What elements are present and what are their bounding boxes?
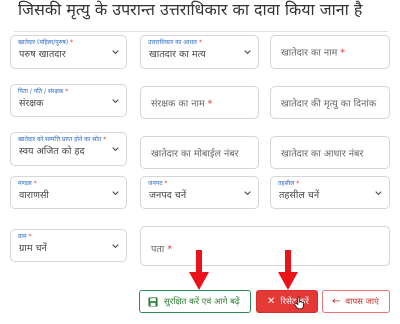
back-button-label: वापस जाएं xyxy=(345,297,379,307)
khatedar-name-input[interactable]: खातेदार का नाम * xyxy=(270,35,390,69)
chevron-down-icon xyxy=(375,190,382,195)
input-placeholder: संरक्षक का नाम * xyxy=(151,98,213,109)
input-placeholder: खातेदार का आधार नंबर xyxy=(281,148,364,159)
guardian-type-select[interactable]: पिता / पति / संरक्षक * संरक्षक xyxy=(10,84,127,117)
save-and-next-button[interactable]: सुरक्षित करें एवं आगे बढ़ें xyxy=(139,290,251,313)
chevron-down-icon xyxy=(112,50,119,55)
reset-button[interactable]: ✕ रिसेट करें xyxy=(256,290,318,313)
mobile-input[interactable]: खातेदार का मोबाईल नंबर xyxy=(140,136,259,169)
chevron-down-icon xyxy=(112,147,119,152)
input-placeholder: पता * xyxy=(151,244,173,255)
input-placeholder: खातेदार का नाम * xyxy=(281,47,346,59)
property-source-select[interactable]: खातेदार को सम्पत्ति प्राप्त होने का स्रो… xyxy=(10,132,127,166)
chevron-down-icon xyxy=(112,98,119,103)
select-value: खातदार का मत्य xyxy=(149,49,206,60)
chevron-down-icon xyxy=(244,50,251,55)
chevron-down-icon xyxy=(244,190,251,195)
address-textarea[interactable]: पता * xyxy=(140,226,390,266)
hand-pointer-icon xyxy=(294,296,304,310)
divider xyxy=(14,31,388,32)
janpad-select[interactable]: जनपद * जनपद चनें xyxy=(140,176,259,209)
field-label: खातेदार (महिला/पुरुष) * xyxy=(18,39,74,46)
field-label: मण्डल * xyxy=(18,180,37,187)
annotation-arrow-save xyxy=(189,250,209,290)
select-value: स्वय अजित को हद xyxy=(19,146,85,157)
field-label: जनपद * xyxy=(148,180,168,187)
back-button[interactable]: ← वापस जाएं xyxy=(322,290,390,313)
x-icon: ✕ xyxy=(267,296,276,307)
field-label: तहसील * xyxy=(278,180,300,187)
field-label: खातेदार को सम्पत्ति प्राप्त होने का स्रो… xyxy=(18,136,107,143)
save-button-label: सुरक्षित करें एवं आगे बढ़ें xyxy=(164,297,240,307)
succession-basis-select[interactable]: उत्तराधिकार का आधार * खातदार का मत्य xyxy=(140,35,259,69)
select-value: जनपद चनें xyxy=(149,190,187,201)
select-value: ग्राम चनें xyxy=(19,243,47,254)
floppy-disk-icon xyxy=(148,296,158,307)
mandal-select[interactable]: मण्डल * वाराणसी xyxy=(10,176,127,209)
death-date-input[interactable]: खातेदार की मृत्यु का दिनांक xyxy=(270,86,390,119)
guardian-name-input[interactable]: संरक्षक का नाम * xyxy=(140,86,259,119)
arrow-left-icon: ← xyxy=(332,296,341,307)
aadhar-input[interactable]: खातेदार का आधार नंबर xyxy=(270,136,390,169)
field-label: पिता / पति / संरक्षक * xyxy=(18,88,69,95)
input-placeholder: खातेदार का मोबाईल नंबर xyxy=(151,148,239,159)
annotation-arrow-reset xyxy=(278,250,298,290)
field-label: उत्तराधिकार का आधार * xyxy=(148,39,203,46)
gram-select[interactable]: ग्राम * ग्राम चनें xyxy=(10,229,127,262)
select-value: तहसील चनें xyxy=(279,190,320,201)
chevron-down-icon xyxy=(112,190,119,195)
chevron-down-icon xyxy=(112,243,119,248)
input-placeholder: खातेदार की मृत्यु का दिनांक xyxy=(281,98,377,109)
khatedar-gender-select[interactable]: खातेदार (महिला/पुरुष) * परुष खातदार xyxy=(10,35,127,69)
tehsil-select[interactable]: तहसील * तहसील चनें xyxy=(270,176,390,209)
field-label: ग्राम * xyxy=(18,233,32,240)
form-page: जिसकी मृत्यु के उपरान्त उत्तराधिकार का द… xyxy=(0,0,400,324)
select-value: संरक्षक xyxy=(19,98,44,109)
section-heading: जिसकी मृत्यु के उपरान्त उत्तराधिकार का द… xyxy=(18,0,363,19)
select-value: वाराणसी xyxy=(19,190,49,201)
select-value: परुष खातदार xyxy=(19,49,66,60)
